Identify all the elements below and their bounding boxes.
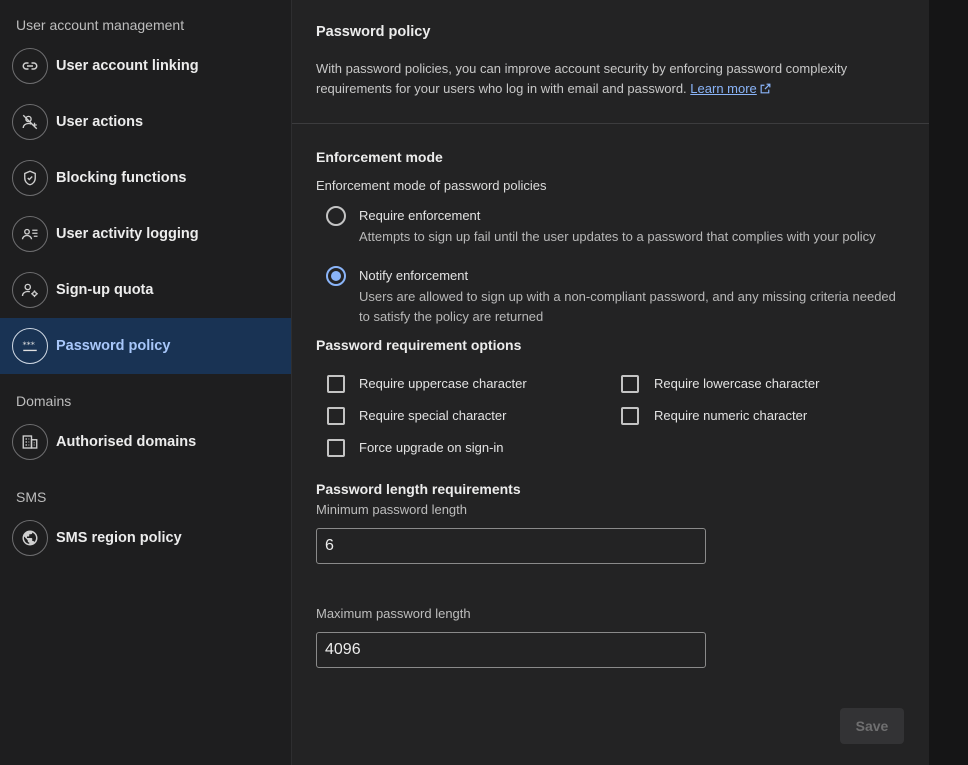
require-enforcement-description: Attempts to sign up fail until the user …	[359, 229, 876, 244]
force-upgrade-label: Force upgrade on sign-in	[359, 440, 504, 455]
notify-enforcement-label: Notify enforcement	[359, 268, 469, 283]
sidebar-item-user-actions[interactable]: User actions	[0, 94, 291, 150]
require-numeric-label: Require numeric character	[654, 408, 808, 423]
sidebar-item-authorised-domains[interactable]: Authorised domains	[0, 414, 291, 470]
require-enforcement-radio[interactable]	[326, 206, 346, 226]
page-description: With password policies, you can improve …	[316, 59, 876, 99]
right-edge-panel	[929, 0, 968, 765]
enforcement-mode-subheading: Enforcement mode of password policies	[316, 178, 547, 193]
person-gear-icon	[12, 272, 48, 308]
sidebar-item-user-account-linking[interactable]: User account linking	[0, 38, 291, 94]
password-requirement-options-heading: Password requirement options	[316, 337, 522, 353]
sidebar-item-password-policy[interactable]: *** Password policy	[0, 318, 291, 374]
enforcement-mode-heading: Enforcement mode	[316, 149, 443, 165]
person-list-icon	[12, 216, 48, 252]
domain-icon	[12, 424, 48, 460]
force-upgrade-checkbox[interactable]	[327, 439, 345, 457]
sidebar-item-label: User activity logging	[56, 226, 199, 242]
password-icon: ***	[12, 328, 48, 364]
save-button[interactable]: Save	[840, 708, 904, 744]
sidebar-item-label: Password policy	[56, 338, 171, 354]
require-enforcement-label: Require enforcement	[359, 208, 481, 223]
sidebar-item-label: Sign-up quota	[56, 282, 154, 298]
sidebar-item-label: User actions	[56, 114, 144, 130]
password-policy-panel: Password policy With password policies, …	[292, 0, 929, 765]
divider	[292, 123, 929, 124]
sidebar-item-label: SMS region policy	[56, 530, 182, 546]
max-length-label: Maximum password length	[316, 606, 471, 621]
require-uppercase-checkbox[interactable]	[327, 375, 345, 393]
notify-enforcement-radio[interactable]	[326, 266, 346, 286]
min-length-label: Minimum password length	[316, 502, 468, 517]
require-special-label: Require special character	[359, 408, 507, 423]
min-length-input[interactable]	[316, 528, 706, 564]
require-numeric-checkbox[interactable]	[621, 407, 639, 425]
external-link-icon	[760, 83, 771, 94]
section-label-sms: SMS	[16, 489, 47, 505]
notify-enforcement-description: Users are allowed to sign up with a non-…	[359, 289, 896, 324]
person-add-disabled-icon	[12, 104, 48, 140]
sidebar-item-sign-up-quota[interactable]: Sign-up quota	[0, 262, 291, 318]
sidebar-item-blocking-functions[interactable]: Blocking functions	[0, 150, 291, 206]
sidebar-item-label: Blocking functions	[56, 170, 187, 186]
max-length-input[interactable]	[316, 632, 706, 668]
link-icon	[12, 48, 48, 84]
learn-more-label: Learn more	[690, 81, 757, 96]
require-lowercase-checkbox[interactable]	[621, 375, 639, 393]
page-title: Password policy	[316, 24, 431, 40]
password-length-heading: Password length requirements	[316, 481, 521, 497]
sidebar-item-label: Authorised domains	[56, 434, 197, 450]
section-label-domains: Domains	[16, 393, 72, 409]
sidebar-item-label: User account linking	[56, 58, 199, 74]
require-special-checkbox[interactable]	[327, 407, 345, 425]
require-lowercase-label: Require lowercase character	[654, 376, 820, 391]
sidebar-item-user-activity-logging[interactable]: User activity logging	[0, 206, 291, 262]
sidebar: User account management User account lin…	[0, 0, 291, 765]
learn-more-link[interactable]: Learn more	[690, 81, 771, 96]
section-label-user-account-management: User account management	[16, 17, 185, 33]
sidebar-item-sms-region-policy[interactable]: SMS region policy	[0, 510, 291, 566]
globe-icon	[12, 520, 48, 556]
shield-check-icon	[12, 160, 48, 196]
require-uppercase-label: Require uppercase character	[359, 376, 527, 391]
svg-text:***: ***	[23, 340, 35, 350]
